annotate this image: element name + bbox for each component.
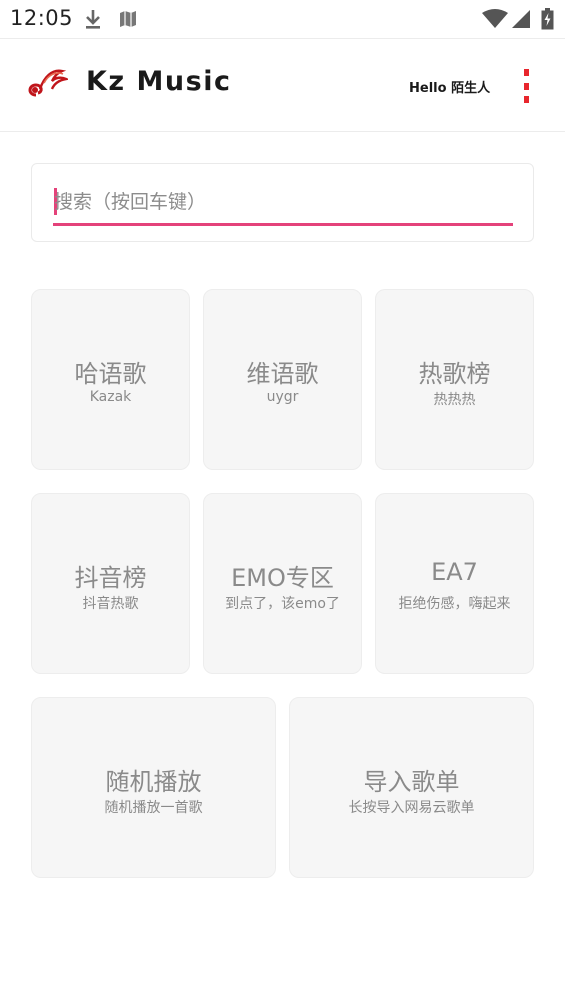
card-title: EA7 bbox=[431, 558, 478, 586]
card-title: 随机播放 bbox=[105, 768, 202, 796]
card-title: 抖音榜 bbox=[74, 564, 147, 592]
more-vertical-icon[interactable] bbox=[518, 69, 534, 103]
category-card-kazak[interactable]: 哈语歌 Kazak bbox=[31, 289, 190, 470]
card-subtitle: Kazak bbox=[89, 389, 132, 405]
category-card-uygur[interactable]: 维语歌 uygr bbox=[203, 289, 362, 470]
card-subtitle: uygr bbox=[266, 389, 299, 405]
app-title: Kz Music bbox=[86, 66, 232, 97]
download-icon bbox=[83, 8, 103, 34]
category-card-hot-chart[interactable]: 热歌榜 热热热 bbox=[375, 289, 534, 470]
app-bar: Kz Music Hello 陌生人 bbox=[0, 38, 565, 132]
map-icon bbox=[119, 10, 137, 32]
card-subtitle: 拒绝伤感，嗨起来 bbox=[398, 596, 511, 612]
card-subtitle: 到点了，该emo了 bbox=[225, 596, 340, 612]
card-subtitle: 长按导入网易云歌单 bbox=[348, 800, 475, 816]
wifi-icon bbox=[482, 9, 508, 33]
cellular-icon bbox=[511, 9, 531, 33]
category-card-douyin[interactable]: 抖音榜 抖音热歌 bbox=[31, 493, 190, 674]
shuffle-play-button[interactable]: 随机播放 随机播放一首歌 bbox=[31, 697, 276, 878]
battery-charging-icon bbox=[541, 8, 554, 34]
music-note-logo-icon bbox=[26, 65, 70, 105]
category-card-emo[interactable]: EMO专区 到点了，该emo了 bbox=[203, 493, 362, 674]
search-input[interactable] bbox=[54, 186, 514, 218]
import-playlist-button[interactable]: 导入歌单 长按导入网易云歌单 bbox=[289, 697, 534, 878]
card-title: 热歌榜 bbox=[418, 360, 491, 388]
card-title: 维语歌 bbox=[246, 360, 319, 388]
card-subtitle: 热热热 bbox=[433, 392, 476, 408]
search-box bbox=[31, 163, 534, 242]
card-title: 导入歌单 bbox=[363, 768, 460, 796]
card-title: 哈语歌 bbox=[74, 360, 147, 388]
card-subtitle: 抖音热歌 bbox=[82, 596, 139, 612]
card-subtitle: 随机播放一首歌 bbox=[104, 800, 203, 816]
status-time: 12:05 bbox=[10, 6, 74, 30]
card-title: EMO专区 bbox=[231, 564, 334, 592]
category-card-ea7[interactable]: EA7 拒绝伤感，嗨起来 bbox=[375, 493, 534, 674]
greeting-text: Hello 陌生人 bbox=[409, 81, 491, 96]
status-bar: 12:05 bbox=[0, 0, 565, 38]
search-underline bbox=[53, 223, 513, 226]
